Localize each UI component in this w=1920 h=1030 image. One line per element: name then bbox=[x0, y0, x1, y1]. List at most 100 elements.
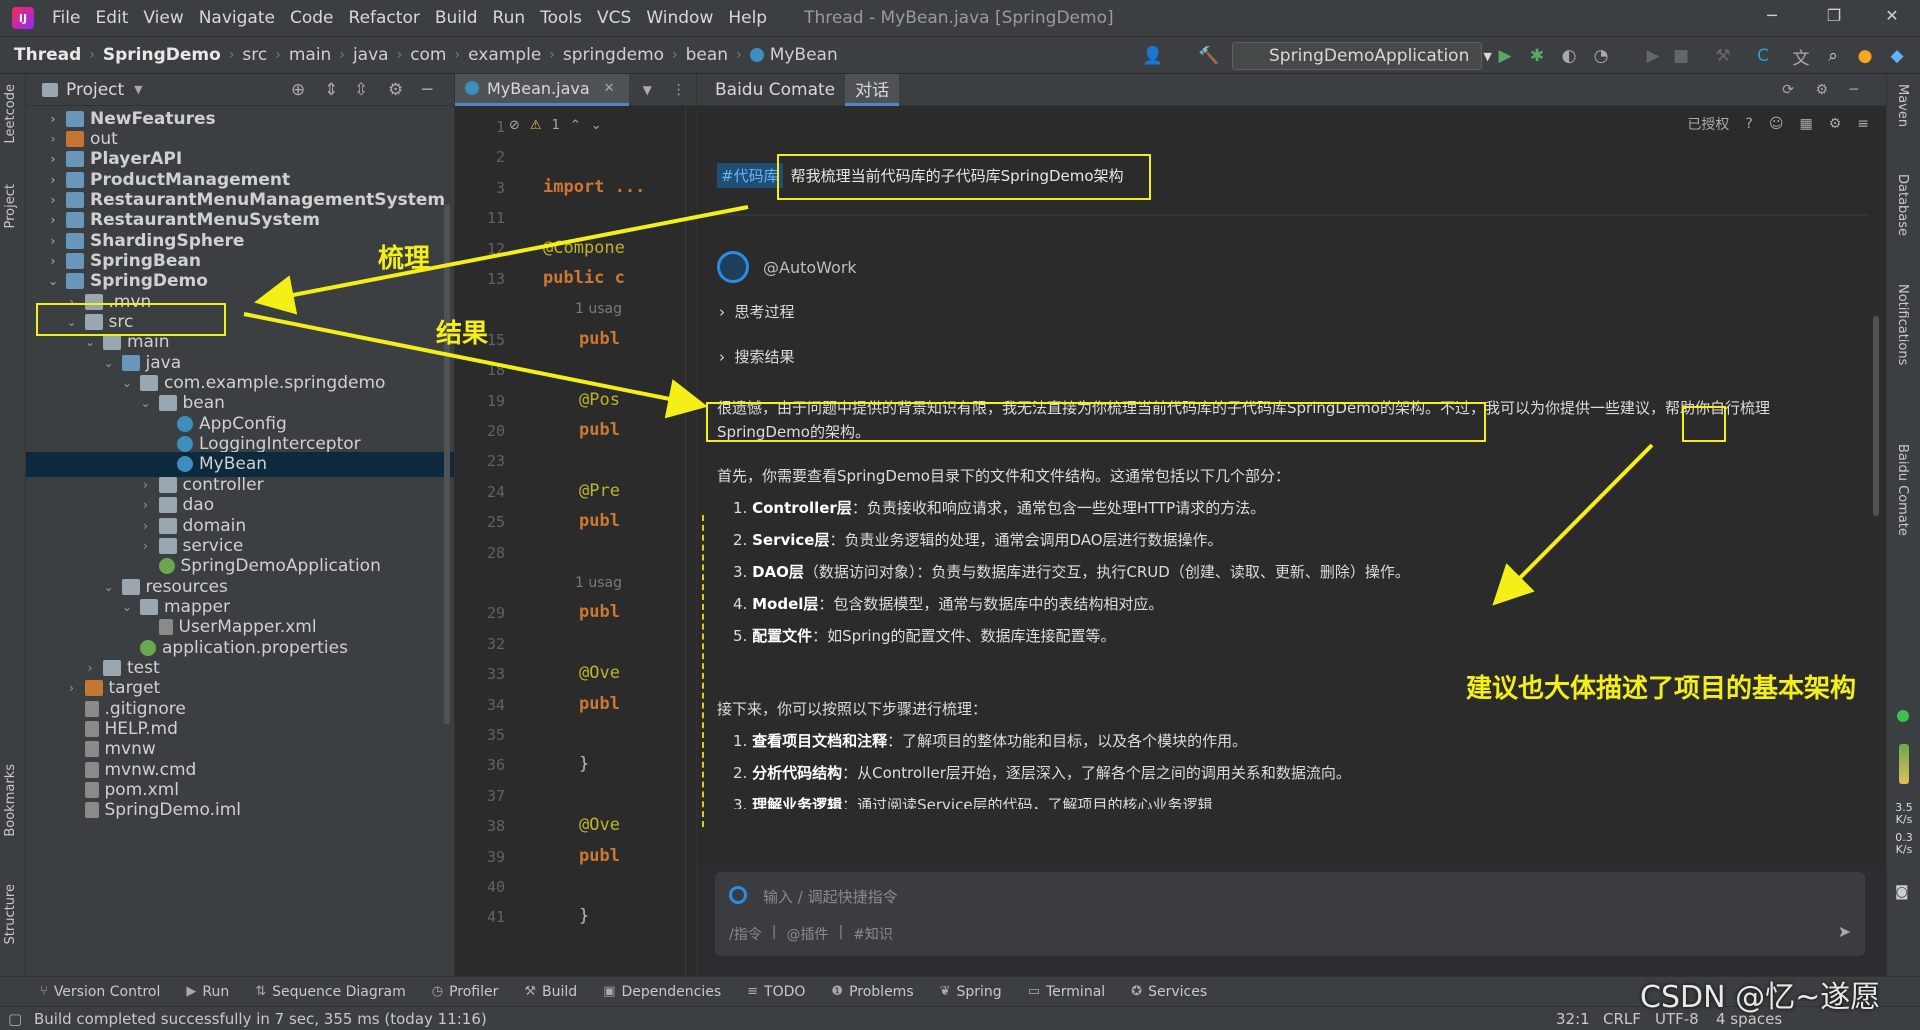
breadcrumb-item[interactable]: com bbox=[410, 45, 446, 65]
chevron-right-icon[interactable]: › bbox=[46, 234, 60, 248]
hide-icon[interactable]: ─ bbox=[422, 80, 432, 100]
tree-node[interactable]: SpringDemo.iml bbox=[26, 798, 454, 823]
chevron-right-icon[interactable]: › bbox=[65, 681, 79, 695]
gear-icon[interactable]: ⚙ bbox=[1815, 82, 1828, 98]
notifications-tool-tab[interactable]: Notifications bbox=[1895, 284, 1910, 365]
chevron-right-icon[interactable]: › bbox=[46, 152, 60, 166]
menu-run[interactable]: Run bbox=[493, 8, 526, 28]
hint-knowledge[interactable]: #知识 bbox=[853, 924, 893, 944]
breadcrumb-item[interactable]: Thread bbox=[14, 45, 81, 65]
menu-file[interactable]: File bbox=[52, 8, 80, 28]
search-results-collapse[interactable]: › 搜索结果 bbox=[719, 346, 795, 367]
tool-sequence-diagram[interactable]: ⇅ Sequence Diagram bbox=[255, 984, 406, 1000]
database-tool-tab[interactable]: Database bbox=[1895, 174, 1910, 236]
menu-tools[interactable]: Tools bbox=[540, 8, 582, 28]
chevron-down-icon[interactable]: ⌄ bbox=[102, 580, 116, 594]
caret-position[interactable]: 32:1 bbox=[1556, 1010, 1590, 1028]
menu-icon[interactable]: ≡ bbox=[1857, 116, 1869, 132]
comate-tool-tab[interactable]: Baidu Comate bbox=[1895, 444, 1910, 536]
chevron-right-icon[interactable]: › bbox=[139, 519, 153, 533]
menu-build[interactable]: Build bbox=[435, 8, 478, 28]
chat-scrollbar[interactable] bbox=[1873, 316, 1879, 516]
expand-all-icon[interactable]: ⇕ bbox=[324, 80, 338, 100]
close-tab-icon[interactable]: ✕ bbox=[604, 81, 615, 96]
tools-icon[interactable]: ⚒ bbox=[1712, 45, 1734, 67]
tool-services[interactable]: ✪ Services bbox=[1131, 984, 1207, 1000]
breadcrumb-item[interactable]: main bbox=[289, 45, 331, 65]
tool-version-control[interactable]: ⑂ Version Control bbox=[40, 984, 160, 1000]
user-icon[interactable]: 👤 bbox=[1142, 45, 1164, 67]
knowledge-tag[interactable]: #代码库 bbox=[717, 163, 783, 188]
profile-icon[interactable]: ◔ bbox=[1590, 45, 1612, 67]
chevron-right-icon[interactable]: › bbox=[46, 132, 60, 146]
editor-minimap-stripe[interactable] bbox=[685, 106, 695, 976]
menu-window[interactable]: Window bbox=[646, 8, 713, 28]
project-tool-tab[interactable]: Project bbox=[3, 184, 18, 228]
tool-build[interactable]: ⚒ Build bbox=[524, 984, 577, 1000]
search-icon[interactable]: ⌕ bbox=[1822, 45, 1844, 67]
coverage-icon[interactable]: ◐ bbox=[1558, 45, 1580, 67]
run-config-selector[interactable]: SpringDemoApplication ▼ bbox=[1232, 42, 1492, 70]
leetcode-tool-tab[interactable]: Leetcode bbox=[3, 84, 18, 143]
settings-icon[interactable]: ⚙ bbox=[1829, 116, 1842, 132]
breadcrumb-item[interactable]: src bbox=[242, 45, 267, 65]
chevron-down-icon[interactable]: ▼ bbox=[134, 83, 142, 96]
menu-edit[interactable]: Edit bbox=[95, 8, 128, 28]
tab-list-icon[interactable]: ▼ bbox=[643, 83, 652, 97]
menu-navigate[interactable]: Navigate bbox=[199, 8, 275, 28]
hint-plugin[interactable]: @插件 bbox=[786, 924, 828, 944]
breadcrumb-item[interactable]: MyBean bbox=[770, 45, 838, 65]
chevron-down-icon[interactable]: ⌄ bbox=[83, 335, 97, 349]
line-separator[interactable]: CRLF bbox=[1603, 1010, 1641, 1028]
tool-run[interactable]: ▶ Run bbox=[186, 984, 229, 1000]
gear-icon[interactable]: ⚙ bbox=[388, 80, 403, 100]
comate-logo-icon[interactable]: C bbox=[1752, 45, 1774, 67]
chevron-right-icon[interactable]: › bbox=[139, 478, 153, 492]
chevron-right-icon[interactable]: › bbox=[139, 498, 153, 512]
breadcrumb-item[interactable]: springdemo bbox=[563, 45, 664, 65]
breadcrumb-item[interactable]: java bbox=[353, 45, 389, 65]
chevron-down-icon[interactable]: ⌄ bbox=[46, 274, 60, 288]
refresh-icon[interactable]: ⟳ bbox=[1782, 82, 1794, 98]
chevron-right-icon[interactable]: › bbox=[46, 213, 60, 227]
editor-body[interactable]: ⊘ ⚠ 1 ⌃ ⌄ 1 2 3 11 12 13 15 18 19 20 23 24 25 28 29 32 3… bbox=[455, 106, 697, 976]
hint-command[interactable]: /指令 bbox=[729, 924, 762, 944]
structure-tool-tab[interactable]: Structure bbox=[3, 884, 18, 944]
debug-icon[interactable]: ✱ bbox=[1526, 45, 1548, 67]
step-icon[interactable]: ▶ bbox=[1642, 45, 1664, 67]
maven-tool-tab[interactable]: Maven bbox=[1895, 84, 1910, 127]
chevron-right-icon[interactable]: › bbox=[46, 173, 60, 187]
chevron-down-icon[interactable]: ⌄ bbox=[102, 356, 116, 370]
breadcrumb-item[interactable]: example bbox=[468, 45, 541, 65]
translate-icon[interactable]: 文 bbox=[1790, 45, 1812, 69]
locate-icon[interactable]: ⊕ bbox=[291, 80, 305, 100]
menu-code[interactable]: Code bbox=[290, 8, 334, 28]
tool-dependencies[interactable]: ▣ Dependencies bbox=[603, 984, 721, 1000]
tool-terminal[interactable]: ▭ Terminal bbox=[1028, 984, 1105, 1000]
minimize-icon[interactable]: ─ bbox=[1760, 6, 1784, 25]
collapse-all-icon[interactable]: ⇳ bbox=[354, 80, 368, 100]
project-panel-title[interactable]: Project bbox=[66, 80, 124, 100]
hide-icon[interactable]: ─ bbox=[1850, 82, 1858, 98]
close-icon[interactable]: ✕ bbox=[1880, 6, 1904, 25]
layout-icon[interactable]: ▦ bbox=[1799, 116, 1812, 132]
chevron-down-icon[interactable]: ⌄ bbox=[120, 600, 134, 614]
tool-spring[interactable]: ❦ Spring bbox=[940, 984, 1002, 1000]
chevron-right-icon[interactable]: › bbox=[46, 254, 60, 268]
menu-vcs[interactable]: VCS bbox=[597, 8, 631, 28]
help-icon[interactable]: ? bbox=[1745, 116, 1752, 132]
bookmarks-tool-tab[interactable]: Bookmarks bbox=[3, 764, 18, 837]
menu-help[interactable]: Help bbox=[728, 8, 767, 28]
restore-icon[interactable]: ❐ bbox=[1822, 6, 1846, 25]
stop-icon[interactable]: ■ bbox=[1670, 45, 1692, 67]
run-icon[interactable]: ▶ bbox=[1494, 45, 1516, 67]
send-icon[interactable]: ➤ bbox=[1838, 922, 1851, 941]
feedback-icon[interactable]: ☺ bbox=[1769, 116, 1784, 132]
build-hammer-icon[interactable]: 🔨 bbox=[1198, 45, 1220, 67]
chevron-right-icon[interactable]: › bbox=[46, 112, 60, 126]
chevron-right-icon[interactable]: › bbox=[139, 539, 153, 553]
tool-profiler[interactable]: ◷ Profiler bbox=[432, 984, 499, 1000]
breadcrumb-item[interactable]: SpringDemo bbox=[103, 45, 221, 65]
tool-problems[interactable]: ❶ Problems bbox=[831, 984, 913, 1000]
tree-scrollbar[interactable] bbox=[444, 204, 450, 724]
